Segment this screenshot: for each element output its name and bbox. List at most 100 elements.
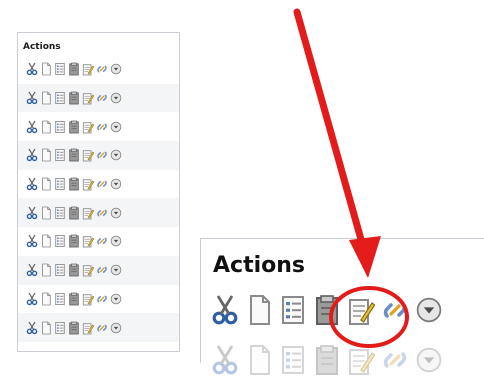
cut-icon[interactable] [26,91,38,105]
cut-icon[interactable] [26,321,38,335]
list-icon[interactable] [279,344,307,376]
copy-icon[interactable] [40,177,52,191]
cut-icon[interactable] [26,234,38,248]
edit-icon[interactable] [347,294,375,326]
copy-icon[interactable] [40,321,52,335]
action-row [18,255,179,285]
edit-icon[interactable] [82,234,94,248]
archive-icon[interactable] [68,234,80,248]
edit-icon[interactable] [82,62,94,76]
edit-icon[interactable] [82,321,94,335]
dropdown-icon[interactable] [110,234,122,248]
action-row [18,83,179,113]
link-icon[interactable] [381,294,409,326]
copy-icon[interactable] [245,344,273,376]
edit-icon[interactable] [82,177,94,191]
action-row [18,227,179,256]
copy-icon[interactable] [40,292,52,306]
archive-icon[interactable] [68,292,80,306]
dropdown-icon[interactable] [110,206,122,220]
list-icon[interactable] [279,294,307,326]
cut-icon[interactable] [26,292,38,306]
cut-icon[interactable] [26,263,38,277]
dropdown-icon[interactable] [110,177,122,191]
action-row [18,170,179,199]
link-icon[interactable] [96,91,108,105]
archive-icon[interactable] [68,263,80,277]
action-row [18,112,179,141]
archive-icon[interactable] [68,206,80,220]
edit-icon[interactable] [82,148,94,162]
list-icon[interactable] [54,148,66,162]
edit-icon[interactable] [82,292,94,306]
copy-icon[interactable] [245,294,273,326]
dropdown-icon[interactable] [110,148,122,162]
dropdown-icon[interactable] [110,321,122,335]
copy-icon[interactable] [40,62,52,76]
archive-icon[interactable] [313,344,341,376]
list-icon[interactable] [54,321,66,335]
zoomed-actions-panel: Actions [200,238,484,375]
edit-icon[interactable] [347,344,375,376]
cut-icon[interactable] [26,62,38,76]
cut-icon[interactable] [211,294,239,326]
link-icon[interactable] [96,62,108,76]
list-icon[interactable] [54,234,66,248]
zoomed-panel-title: Actions [213,253,305,278]
list-icon[interactable] [54,177,66,191]
copy-icon[interactable] [40,206,52,220]
dropdown-icon[interactable] [110,263,122,277]
dropdown-icon[interactable] [110,120,122,134]
edit-icon[interactable] [82,263,94,277]
archive-icon[interactable] [313,294,341,326]
archive-icon[interactable] [68,120,80,134]
link-icon[interactable] [96,292,108,306]
cut-icon[interactable] [26,206,38,220]
action-rows [18,55,179,342]
actions-panel: Actions [17,32,180,352]
dropdown-icon[interactable] [415,344,443,376]
copy-icon[interactable] [40,263,52,277]
cut-icon[interactable] [26,177,38,191]
cut-icon[interactable] [26,148,38,162]
link-icon[interactable] [96,148,108,162]
dropdown-icon[interactable] [415,294,443,326]
copy-icon[interactable] [40,148,52,162]
annotation-arrow-shaft [293,8,368,254]
archive-icon[interactable] [68,321,80,335]
archive-icon[interactable] [68,91,80,105]
list-icon[interactable] [54,120,66,134]
copy-icon[interactable] [40,120,52,134]
list-icon[interactable] [54,292,66,306]
archive-icon[interactable] [68,62,80,76]
list-icon[interactable] [54,62,66,76]
list-icon[interactable] [54,206,66,220]
list-icon[interactable] [54,91,66,105]
edit-icon[interactable] [82,91,94,105]
cut-icon[interactable] [211,344,239,376]
zoomed-action-row [211,294,443,326]
archive-icon[interactable] [68,177,80,191]
link-icon[interactable] [96,206,108,220]
link-icon[interactable] [96,263,108,277]
link-icon[interactable] [96,177,108,191]
action-row [18,285,179,314]
copy-icon[interactable] [40,234,52,248]
dropdown-icon[interactable] [110,292,122,306]
action-row [18,313,179,342]
archive-icon[interactable] [68,148,80,162]
list-icon[interactable] [54,263,66,277]
dropdown-icon[interactable] [110,62,122,76]
zoomed-action-row-faded [211,344,443,376]
cut-icon[interactable] [26,120,38,134]
dropdown-icon[interactable] [110,91,122,105]
action-row [18,198,179,228]
copy-icon[interactable] [40,91,52,105]
action-row [18,141,179,170]
link-icon[interactable] [96,120,108,134]
edit-icon[interactable] [82,206,94,220]
link-icon[interactable] [381,344,409,376]
link-icon[interactable] [96,234,108,248]
link-icon[interactable] [96,321,108,335]
edit-icon[interactable] [82,120,94,134]
